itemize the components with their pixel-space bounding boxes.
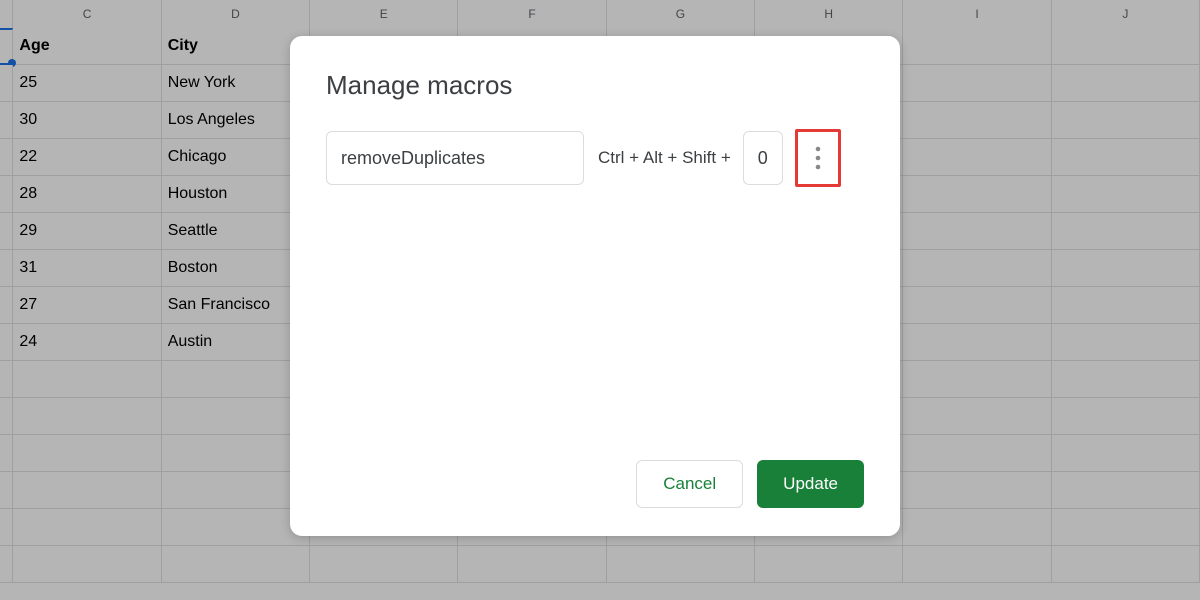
shortcut-prefix-label: Ctrl + Alt + Shift +: [598, 148, 731, 168]
more-vertical-icon: [815, 145, 821, 171]
dialog-footer: Cancel Update: [326, 448, 864, 508]
shortcut-key-input[interactable]: 0: [743, 131, 783, 185]
dialog-title: Manage macros: [326, 70, 864, 101]
tutorial-highlight: [795, 129, 841, 187]
cancel-button[interactable]: Cancel: [636, 460, 743, 508]
macro-row: removeDuplicates Ctrl + Alt + Shift + 0: [326, 129, 864, 187]
update-button[interactable]: Update: [757, 460, 864, 508]
macro-more-options-button[interactable]: [798, 132, 838, 184]
manage-macros-dialog: Manage macros removeDuplicates Ctrl + Al…: [290, 36, 900, 536]
macro-name-input[interactable]: removeDuplicates: [326, 131, 584, 185]
